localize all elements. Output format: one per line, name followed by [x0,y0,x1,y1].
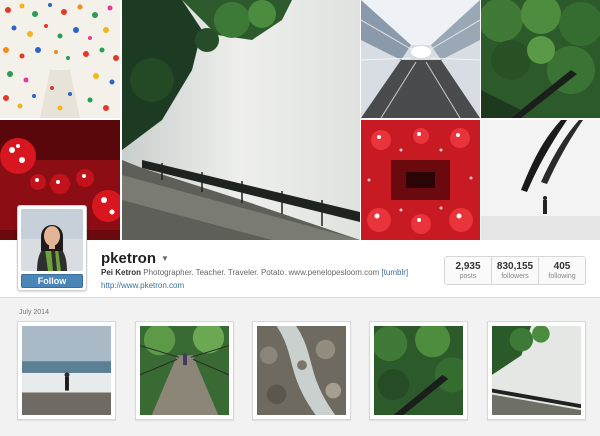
stat-following[interactable]: 405 following [539,257,585,284]
stat-count: 2,935 [455,261,481,272]
photo-tile-foggy-walkway[interactable] [122,0,360,240]
bio: Pei Ketron Photographer. Teacher. Travel… [101,268,408,277]
username: pketron [101,250,157,267]
chevron-down-icon[interactable]: ▼ [161,254,169,263]
photo-tile-white-gallery[interactable] [481,120,600,240]
bio-text: Photographer. Teacher. Traveler. Potato.… [143,268,380,277]
feed-photo-rocky-stream[interactable] [252,321,351,420]
stat-count: 830,155 [496,261,534,272]
stat-posts[interactable]: 2,935 posts [445,257,492,284]
profile-card: Follow [17,205,87,291]
username-row: pketron ▼ [101,250,169,267]
feed-photo-forest-walkway[interactable] [369,321,468,420]
feed-photo-misty-path[interactable] [487,321,586,420]
website-link[interactable]: http://www.pketron.com [101,281,184,290]
avatar[interactable] [21,209,83,271]
stats-box: 2,935 posts 830,155 followers 405 follow… [444,256,586,285]
photo-tile-mirror-room[interactable] [361,120,480,240]
photo-tile-forest-railing[interactable] [481,0,600,118]
photo-feed [17,321,587,436]
tumblr-link[interactable]: [tumblr] [381,268,408,277]
feed-photo-beach[interactable] [17,321,116,420]
month-label: July 2014 [19,309,49,316]
stat-count: 405 [553,261,571,272]
stat-label: following [548,273,576,280]
stat-label: posts [459,273,477,280]
photo-tile-motion-tunnel[interactable] [361,0,480,118]
stat-label: followers [501,273,529,280]
cover-mosaic [0,0,600,240]
photo-tile-polka-dot-room[interactable] [0,0,120,118]
feed-photo-suspension-bridge[interactable] [135,321,234,420]
stat-followers[interactable]: 830,155 followers [492,257,539,284]
follow-button[interactable]: Follow [21,274,83,288]
full-name: Pei Ketron [101,268,142,277]
